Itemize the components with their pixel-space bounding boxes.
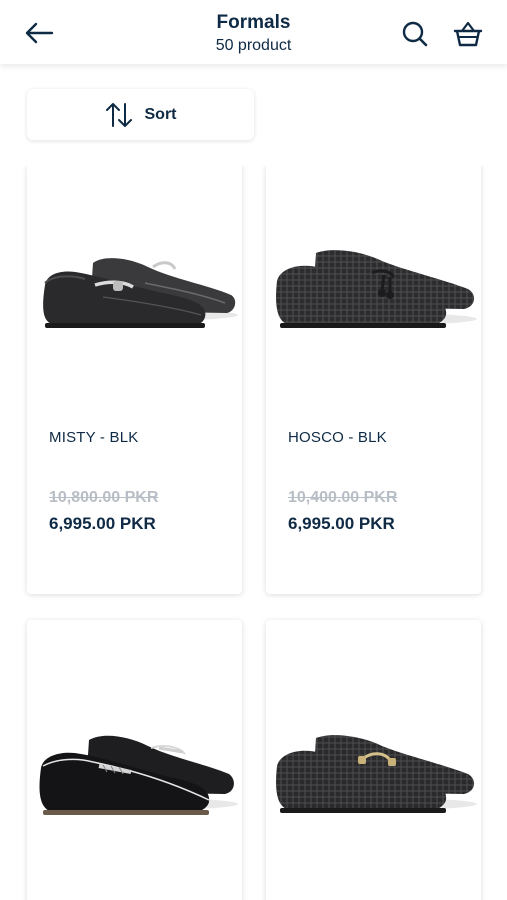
shoe-image <box>276 250 477 328</box>
sort-arrows-icon <box>105 102 132 127</box>
sort-label: Sort <box>144 105 177 123</box>
product-card[interactable]: HOSCO - BLK 10,400.00 PKR 6,995.00 PKR <box>266 165 481 594</box>
product-name: HOSCO - BLK <box>288 429 387 446</box>
product-card[interactable]: MISTY - BLK 10,800.00 PKR 6,995.00 PKR <box>27 165 242 594</box>
product-card[interactable] <box>266 620 481 900</box>
product-card[interactable] <box>27 620 242 900</box>
shoe-image <box>39 735 238 815</box>
sale-price: 6,995.00 PKR <box>288 514 395 533</box>
original-price: 10,400.00 PKR <box>288 489 398 506</box>
sort-button[interactable]: Sort <box>27 89 254 140</box>
product-name: MISTY - BLK <box>49 429 139 446</box>
product-grid: MISTY - BLK 10,800.00 PKR 6,995.00 PKR H… <box>0 165 507 900</box>
sale-price: 6,995.00 PKR <box>49 514 156 533</box>
search-button[interactable] <box>398 17 432 51</box>
shoe-image <box>276 735 477 813</box>
shoe-image <box>43 258 238 328</box>
search-icon <box>402 21 428 47</box>
top-app-bar: Formals 50 product <box>0 0 507 64</box>
original-price: 10,800.00 PKR <box>49 489 159 506</box>
cart-button[interactable] <box>450 17 486 51</box>
basket-icon <box>453 21 483 47</box>
